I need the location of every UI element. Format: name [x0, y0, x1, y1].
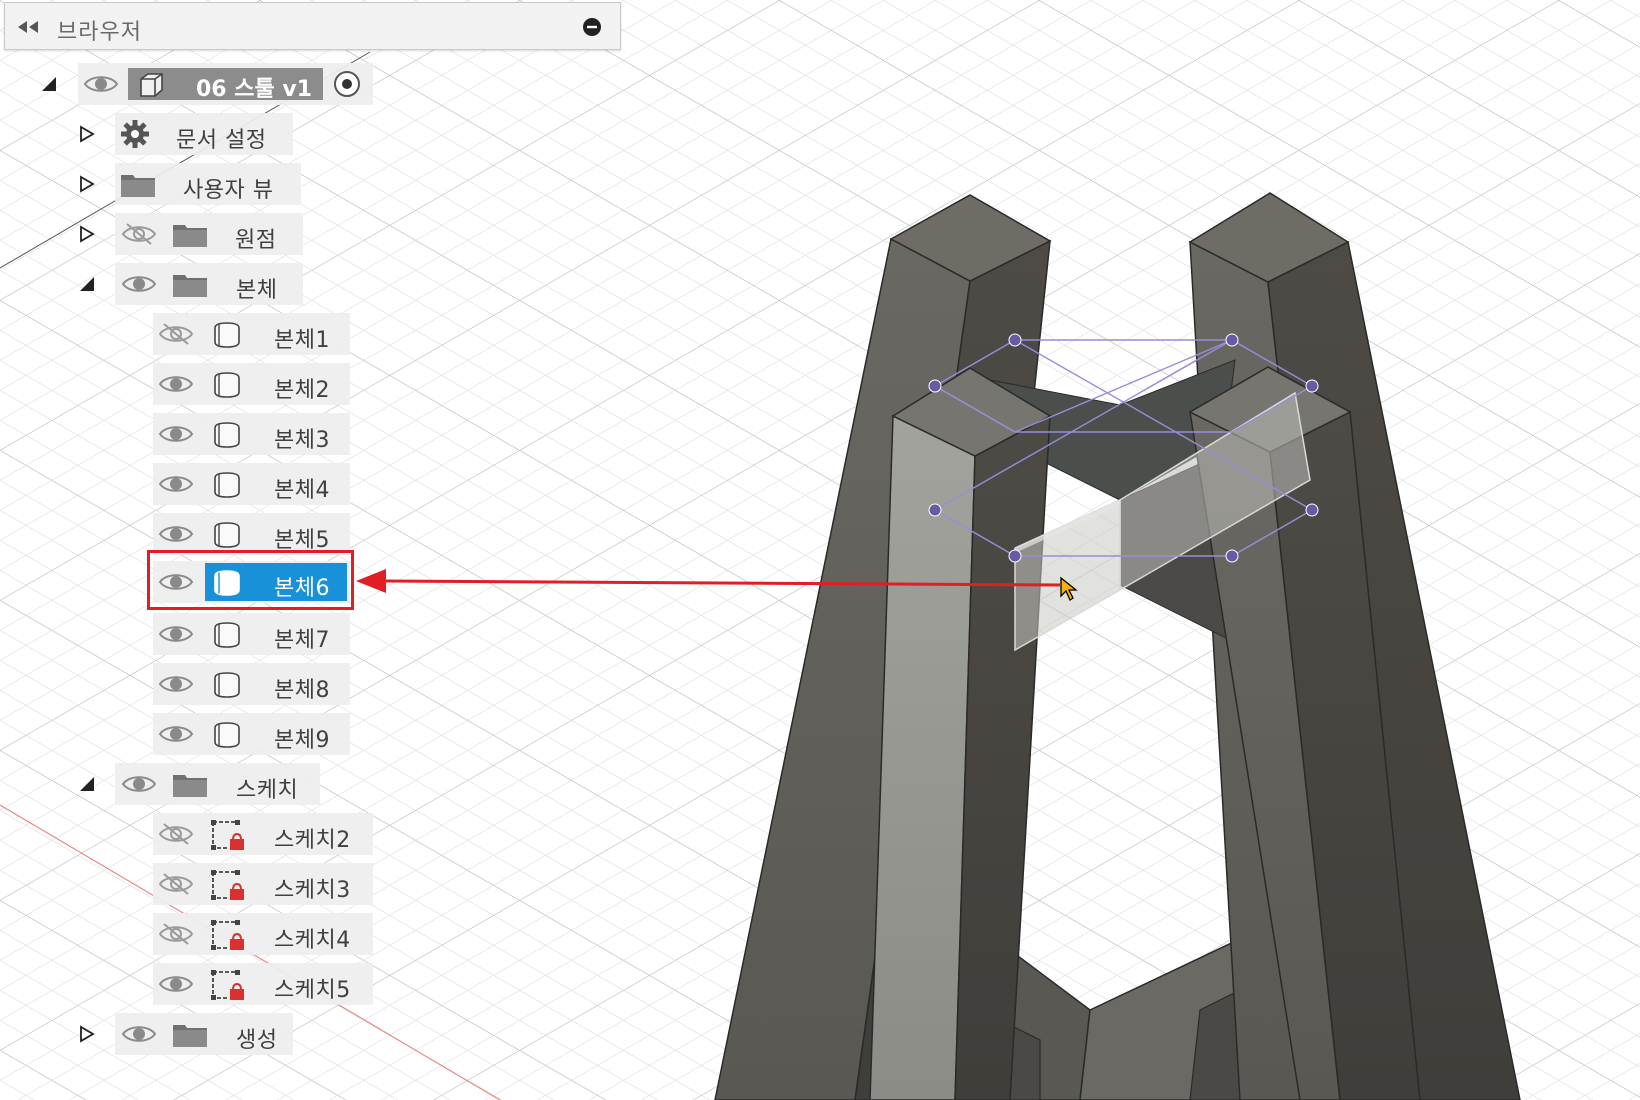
tree-item-named-views[interactable]: 사용자 뷰 — [0, 163, 310, 205]
tree-item-label: 스케치5 — [274, 978, 351, 1003]
tree-root-06-stool[interactable]: 06 스툴 v1 — [0, 63, 380, 105]
eye-icon[interactable] — [158, 622, 194, 646]
eye-icon[interactable] — [121, 1022, 157, 1046]
sketch-locked-icon — [211, 870, 244, 900]
expanded-triangle-icon[interactable] — [40, 75, 58, 93]
collapsed-triangle-icon[interactable] — [78, 125, 96, 143]
tree-item-body7[interactable]: 본체7 — [0, 613, 360, 655]
collapsed-triangle-icon[interactable] — [78, 1025, 96, 1043]
eye-hidden-icon[interactable] — [158, 922, 194, 946]
tree-item-label: 스케치4 — [274, 928, 351, 953]
eye-hidden-icon[interactable] — [158, 822, 194, 846]
tree-item-body3[interactable]: 본체3 — [0, 413, 360, 455]
sketch-locked-icon — [211, 820, 244, 850]
activate-radio-icon[interactable] — [333, 70, 361, 98]
eye-hidden-icon[interactable] — [158, 872, 194, 896]
minus-circle-icon[interactable] — [582, 17, 602, 37]
tree-item-label: 본체9 — [274, 728, 330, 753]
tree-item-body8[interactable]: 본체8 — [0, 663, 360, 705]
browser-title: 브라우저 — [57, 20, 142, 45]
tree-item-label: 본체7 — [274, 628, 330, 653]
tree-item-label: 생성 — [236, 1028, 278, 1053]
body-icon — [214, 622, 240, 648]
sketch-locked-icon — [211, 920, 244, 950]
browser-header: 브라우저 — [4, 2, 621, 50]
body-icon — [214, 522, 240, 548]
eye-hidden-icon[interactable] — [158, 322, 194, 346]
tree-item-body1[interactable]: 본체1 — [0, 313, 360, 355]
tree-item-label: 스케치3 — [274, 878, 351, 903]
folder-icon — [121, 175, 155, 197]
tree-item-label: 스케치 — [236, 778, 299, 803]
tree-item-sketch4[interactable]: 스케치4 — [0, 913, 380, 955]
eye-icon[interactable] — [121, 772, 157, 796]
tree-item-sketch3[interactable]: 스케치3 — [0, 863, 380, 905]
sketch-locked-icon — [211, 970, 244, 1000]
eye-icon[interactable] — [158, 722, 194, 746]
gear-icon — [121, 120, 149, 148]
body-icon — [214, 472, 240, 498]
tree-item-label: 스케치2 — [274, 828, 351, 853]
annotation-highlight-box — [147, 550, 354, 610]
eye-icon[interactable] — [158, 422, 194, 446]
double-chevron-left-icon[interactable] — [15, 18, 41, 36]
tree-item-label: 본체1 — [274, 328, 330, 353]
eye-icon[interactable] — [158, 472, 194, 496]
eye-icon[interactable] — [158, 522, 194, 546]
folder-icon — [173, 1025, 207, 1047]
tree-item-document-settings[interactable]: 문서 설정 — [0, 113, 300, 155]
tree-item-label: 원점 — [235, 228, 277, 253]
tree-item-body2[interactable]: 본체2 — [0, 363, 360, 405]
tree-item-bodies-folder[interactable]: 본체 — [0, 263, 310, 305]
body-icon — [214, 372, 240, 398]
tree-item-body9[interactable]: 본체9 — [0, 713, 360, 755]
collapsed-triangle-icon[interactable] — [78, 225, 96, 243]
eye-icon[interactable] — [158, 372, 194, 396]
tree-item-label: 본체 — [236, 278, 278, 303]
folder-icon — [173, 275, 207, 297]
tree-item-sketch2[interactable]: 스케치2 — [0, 813, 380, 855]
body-icon — [214, 722, 240, 748]
tree-item-label: 본체2 — [274, 378, 330, 403]
body-icon — [214, 322, 240, 348]
folder-icon — [173, 775, 207, 797]
expanded-triangle-icon[interactable] — [78, 275, 96, 293]
tree-item-construction-folder[interactable]: 생성 — [0, 1013, 310, 1055]
tree-item-body5[interactable]: 본체5 — [0, 513, 360, 555]
eye-icon[interactable] — [83, 72, 119, 96]
tree-item-body4[interactable]: 본체4 — [0, 463, 360, 505]
expanded-triangle-icon[interactable] — [78, 775, 96, 793]
eye-icon[interactable] — [158, 672, 194, 696]
tree-item-sketch5[interactable]: 스케치5 — [0, 963, 380, 1005]
mouse-cursor-icon — [1060, 576, 1078, 601]
tree-item-sketches-folder[interactable]: 스케치 — [0, 763, 330, 805]
collapsed-triangle-icon[interactable] — [78, 175, 96, 193]
root-label: 06 스툴 v1 — [196, 77, 313, 102]
body-icon — [214, 672, 240, 698]
tree-item-label: 본체4 — [274, 478, 330, 503]
eye-icon[interactable] — [121, 272, 157, 296]
tree-item-label: 본체8 — [274, 678, 330, 703]
tree-item-label: 문서 설정 — [176, 128, 267, 153]
eye-hidden-icon[interactable] — [121, 222, 157, 246]
component-icon — [140, 73, 163, 97]
tree-item-label: 본체3 — [274, 428, 330, 453]
body-icon — [214, 422, 240, 448]
eye-icon[interactable] — [158, 972, 194, 996]
folder-icon — [173, 225, 207, 247]
tree-item-origin[interactable]: 원점 — [0, 213, 310, 255]
tree-item-label: 사용자 뷰 — [183, 178, 274, 203]
